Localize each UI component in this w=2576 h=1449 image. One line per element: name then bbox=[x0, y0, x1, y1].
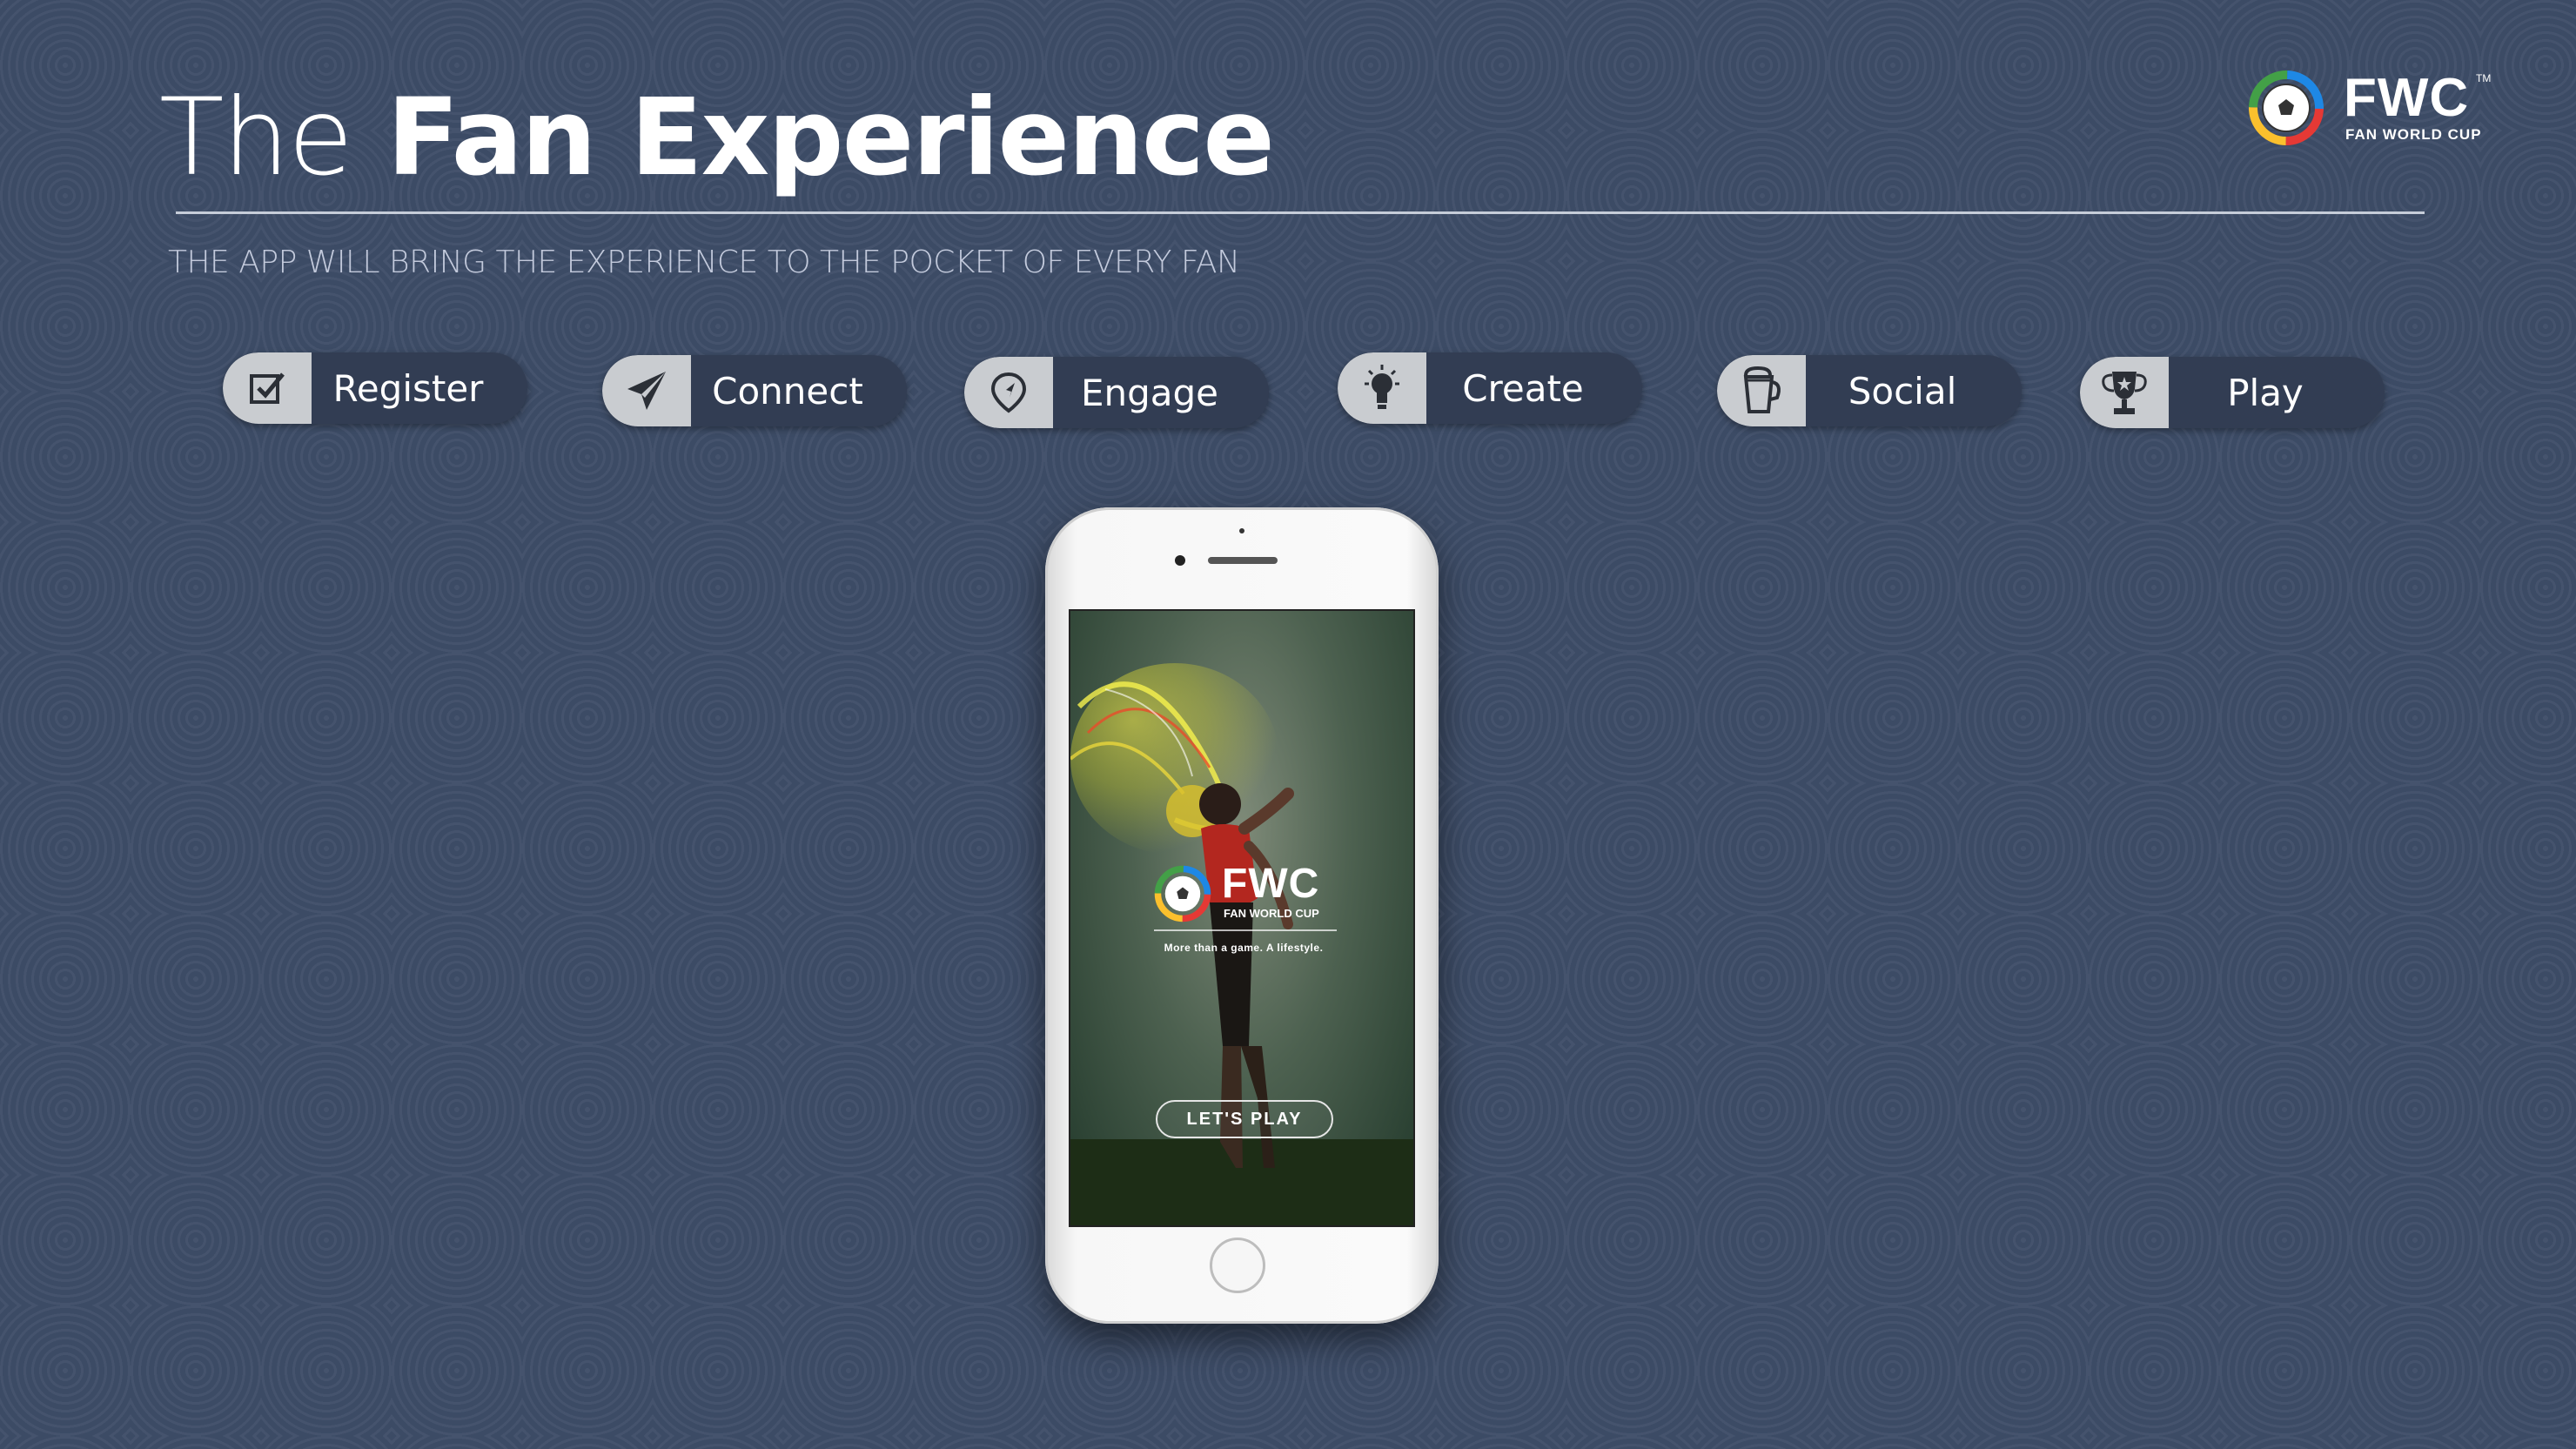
feature-label: Engage bbox=[1080, 371, 1219, 414]
feature-label: Connect bbox=[712, 369, 863, 413]
lightbulb-icon bbox=[1338, 352, 1426, 424]
brand-trademark: TM bbox=[2476, 72, 2492, 84]
trophy-icon bbox=[2080, 357, 2169, 428]
earpiece-speaker bbox=[1208, 557, 1278, 564]
title-bold: Fan Experience bbox=[386, 76, 1275, 199]
feature-label: Create bbox=[1462, 366, 1584, 410]
title-light: The bbox=[159, 76, 353, 199]
brand-subtitle: FAN WORLD CUP bbox=[2345, 126, 2482, 143]
fwc-logo: FWC TM FAN WORLD CUP bbox=[2248, 67, 2491, 154]
beer-mug-icon bbox=[1717, 355, 1806, 426]
lets-play-button[interactable]: LET'S PLAY bbox=[1156, 1100, 1333, 1138]
front-camera bbox=[1175, 555, 1185, 566]
feature-engage-button[interactable]: Engage bbox=[964, 357, 1269, 428]
app-splash-screen: FWC FAN WORLD CUP More than a game. A li… bbox=[1069, 609, 1415, 1227]
location-pin-icon bbox=[964, 357, 1053, 428]
app-tagline: More than a game. A lifestyle. bbox=[1164, 942, 1324, 954]
soccer-ball-ring-icon bbox=[2249, 70, 2324, 145]
feature-label: Play bbox=[2227, 371, 2304, 414]
brand-name: FWC bbox=[2344, 68, 2470, 128]
app-subtitle: FAN WORLD CUP bbox=[1224, 907, 1319, 920]
header-divider bbox=[176, 211, 2425, 214]
phone-mockup: FWC FAN WORLD CUP More than a game. A li… bbox=[1045, 507, 1439, 1324]
home-button[interactable] bbox=[1210, 1238, 1265, 1293]
feature-create-button[interactable]: Create bbox=[1338, 352, 1642, 424]
feature-label: Register bbox=[332, 366, 484, 410]
app-name: FWC bbox=[1222, 861, 1320, 907]
app-fwc-logo: FWC FAN WORLD CUP bbox=[1154, 861, 1345, 924]
feature-register-button[interactable]: Register bbox=[223, 352, 527, 424]
page-title: The Fan Experience bbox=[159, 76, 1275, 199]
page-subtitle: THE APP WILL BRING THE EXPERIENCE TO THE… bbox=[168, 245, 1240, 280]
proximity-sensor bbox=[1239, 528, 1244, 533]
feature-connect-button[interactable]: Connect bbox=[602, 355, 907, 426]
logo-divider bbox=[1154, 929, 1337, 931]
paper-plane-icon bbox=[602, 355, 691, 426]
checkbox-icon bbox=[223, 352, 312, 424]
feature-label: Social bbox=[1848, 369, 1957, 413]
soccer-ball-ring-icon bbox=[1154, 865, 1211, 922]
feature-play-button[interactable]: Play bbox=[2080, 357, 2385, 428]
feature-social-button[interactable]: Social bbox=[1717, 355, 2022, 426]
